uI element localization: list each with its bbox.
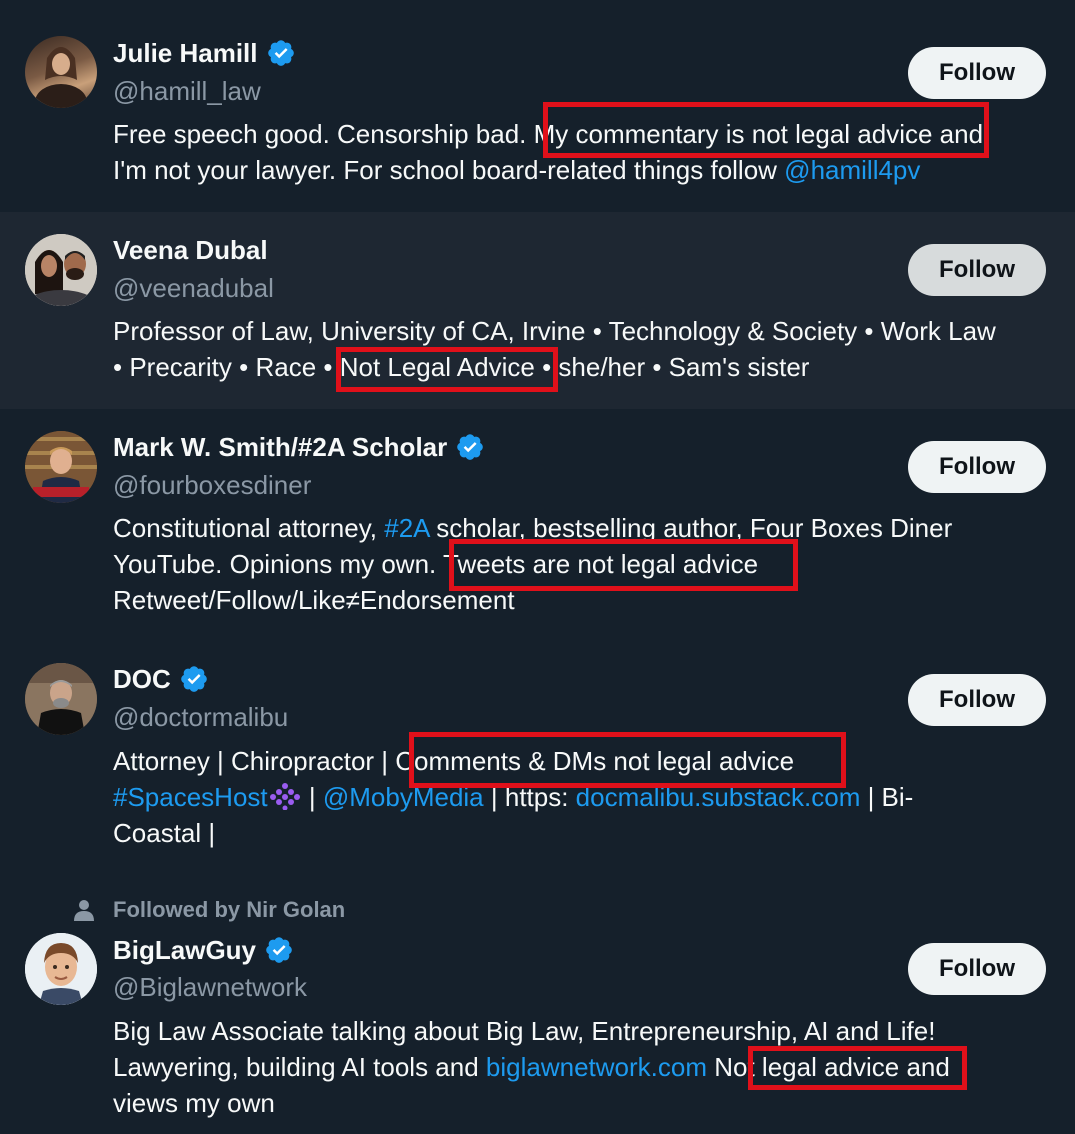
display-name[interactable]: BigLawGuy (113, 934, 294, 966)
display-name-text: Veena Dubal (113, 235, 268, 265)
user-bio: Constitutional attorney, #2A scholar, be… (113, 510, 952, 618)
avatar[interactable] (25, 234, 97, 306)
user-handle[interactable]: @fourboxesdiner (113, 469, 311, 501)
bio-text: Not legal advice (714, 1052, 900, 1082)
bio-text: Constitutional attorney, (113, 513, 385, 543)
hashtag-link[interactable]: #SpacesHost (113, 782, 268, 812)
bio-text: • she/her • Sam's sister (534, 352, 810, 382)
avatar-image (25, 933, 97, 1005)
bio-text: | https: (483, 782, 576, 812)
hashtag-link[interactable]: #2A (384, 513, 429, 543)
url-link[interactable]: docmalibu.substack.com (576, 782, 861, 812)
bio-text: Retweet/Follow/Like≠Endorsement (113, 585, 515, 615)
bio-text: scholar, bestselling author, Four Boxes … (429, 513, 953, 543)
person-icon (74, 900, 94, 921)
display-name[interactable]: Veena Dubal (113, 234, 268, 266)
follow-button[interactable]: Follow (908, 47, 1046, 99)
mention-link[interactable]: @hamill4pv (784, 155, 920, 185)
user-handle[interactable]: @doctormalibu (113, 701, 288, 733)
follow-button[interactable]: Follow (908, 244, 1046, 296)
avatar[interactable] (25, 431, 97, 503)
bio-text: Lawyering, building AI tools and (113, 1052, 486, 1082)
bio-text: YouTube. Opinions my own. (113, 549, 444, 579)
mention-link[interactable]: @MobyMedia (323, 782, 484, 812)
follow-button[interactable]: Follow (908, 441, 1046, 493)
avatar[interactable] (25, 36, 97, 108)
user-cell[interactable]: Mark W. Smith/#2A Scholar @fourboxesdine… (0, 409, 1075, 641)
user-bio: Free speech good. Censorship bad. My com… (113, 116, 983, 188)
user-bio: Professor of Law, University of CA, Irvi… (113, 313, 996, 385)
display-name-text: BigLawGuy (113, 935, 257, 965)
social-context[interactable]: Followed by Nir Golan (113, 897, 345, 923)
avatar[interactable] (25, 663, 97, 735)
bio-text: Not Legal Advice (339, 352, 535, 382)
verified-badge-icon (266, 937, 292, 963)
bio-text: Professor of Law, University of CA, Irvi… (113, 316, 996, 346)
sparkle-dots-icon (269, 783, 300, 811)
bio-text: Big Law Associate talking about Big Law,… (113, 1016, 936, 1046)
avatar-image (25, 431, 97, 503)
user-cell[interactable]: Julie Hamill @hamill_law Follow Free spe… (0, 0, 1075, 212)
bio-text: Coastal | (113, 818, 216, 848)
follow-button[interactable]: Follow (908, 943, 1046, 995)
bio-text: • Precarity • Race • (113, 352, 340, 382)
display-name-text: DOC (113, 664, 171, 694)
bio-text: Free speech good. Censorship bad. (113, 119, 534, 149)
avatar-image (35, 47, 87, 108)
bio-text: Tweets are not legal advice (443, 549, 759, 579)
bio-text: My commentary is not legal advice (533, 119, 933, 149)
user-cell[interactable]: DOC @doctormalibu Follow Attorney | Chir… (0, 641, 1075, 877)
user-cell[interactable]: Followed by Nir Golan BigLawGuy @Biglawn… (0, 877, 1075, 1134)
avatar[interactable] (25, 933, 97, 1005)
verified-badge-icon (457, 434, 484, 460)
bio-text: Comments & DMs not legal advice (395, 746, 795, 776)
avatar-image (25, 663, 97, 735)
user-cell[interactable]: Veena Dubal @veenadubal Follow Professor… (0, 212, 1075, 409)
display-name[interactable]: Mark W. Smith/#2A Scholar (113, 431, 485, 463)
avatar-image (25, 234, 97, 306)
user-handle[interactable]: @Biglawnetwork (113, 971, 307, 1003)
url-link[interactable]: biglawnetwork.com (486, 1052, 707, 1082)
display-name[interactable]: Julie Hamill (113, 37, 296, 69)
follow-button[interactable]: Follow (908, 674, 1046, 726)
display-name-text: Mark W. Smith/#2A Scholar (113, 432, 448, 462)
bio-text: views my own (113, 1088, 275, 1118)
user-handle[interactable]: @hamill_law (113, 75, 261, 107)
display-name-text: Julie Hamill (113, 38, 258, 68)
bio-text: | Bi- (860, 782, 914, 812)
user-bio: Big Law Associate talking about Big Law,… (113, 1013, 950, 1121)
bio-text: and (899, 1052, 950, 1082)
bio-text: | (301, 782, 323, 812)
bio-text: Attorney | Chiropractor | (113, 746, 396, 776)
user-bio: Attorney | Chiropractor | Comments & DMs… (113, 743, 913, 851)
bio-text: and (932, 119, 984, 149)
display-name[interactable]: DOC (113, 663, 209, 695)
bio-text: I'm not your lawyer. For school board-re… (113, 155, 785, 185)
verified-badge-icon (267, 40, 294, 66)
user-handle[interactable]: @veenadubal (113, 272, 274, 304)
verified-badge-icon (180, 666, 207, 692)
